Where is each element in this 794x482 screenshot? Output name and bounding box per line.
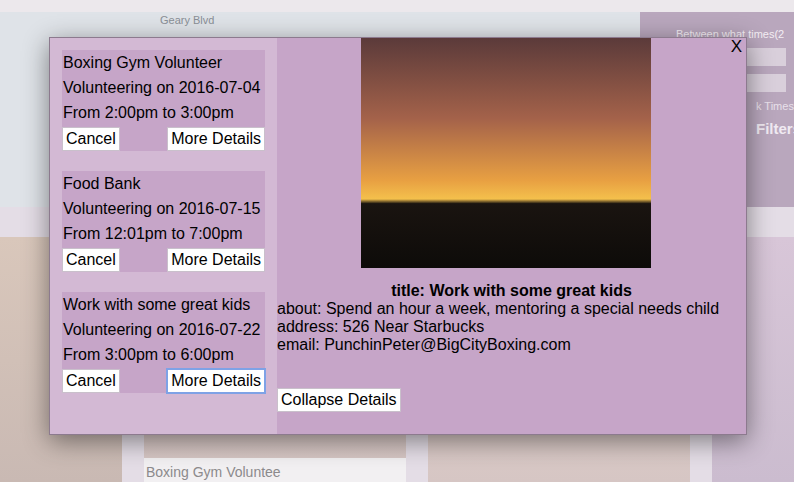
more-details-button[interactable]: More Details	[167, 369, 265, 393]
map-label: Geary Blvd	[160, 14, 640, 26]
more-details-button[interactable]: More Details	[167, 248, 265, 272]
details-email: email: PunchinPeter@BigCityBoxing.com	[277, 336, 746, 354]
details-info: about: Spend an hour a week, mentoring a…	[277, 300, 746, 354]
signup-time: From 12:01pm to 7:00pm	[62, 221, 265, 246]
details-about: about: Spend an hour a week, mentoring a…	[277, 300, 746, 318]
button-row: Cancel More Details	[62, 248, 265, 272]
details-address: address: 526 Near Starbucks	[277, 318, 746, 336]
details-title: title: Work with some great kids	[277, 282, 746, 300]
signup-title: Food Bank	[62, 171, 265, 196]
signup-time: From 2:00pm to 3:00pm	[62, 100, 265, 125]
signup-card: Work with some great kidsVolunteering on…	[62, 292, 265, 393]
cancel-button[interactable]: Cancel	[62, 127, 120, 151]
cancel-button[interactable]: Cancel	[62, 369, 120, 393]
signup-card: Food BankVolunteering on 2016-07-15From …	[62, 171, 265, 272]
close-button[interactable]: X	[729, 38, 744, 56]
signups-modal: Boxing Gym VolunteerVolunteering on 2016…	[49, 37, 747, 435]
signup-date: Volunteering on 2016-07-22	[62, 317, 265, 342]
button-row: Cancel More Details	[62, 127, 265, 151]
event-photo	[361, 38, 651, 268]
signup-title: Work with some great kids	[62, 292, 265, 317]
collapse-details-button[interactable]: Collapse Details	[277, 388, 401, 412]
details-panel: title: Work with some great kidsabout: S…	[277, 38, 746, 434]
signup-title: Boxing Gym Volunteer	[62, 50, 265, 75]
signup-time: From 3:00pm to 6:00pm	[62, 342, 265, 367]
signup-date: Volunteering on 2016-07-15	[62, 196, 265, 221]
more-details-button[interactable]: More Details	[167, 127, 265, 151]
event-title: Boxing Gym Voluntee	[144, 458, 406, 482]
button-row: Cancel More Details	[62, 369, 265, 393]
signup-date: Volunteering on 2016-07-04	[62, 75, 265, 100]
signup-list: Boxing Gym VolunteerVolunteering on 2016…	[50, 38, 277, 434]
signup-card: Boxing Gym VolunteerVolunteering on 2016…	[62, 50, 265, 151]
cancel-button[interactable]: Cancel	[62, 248, 120, 272]
